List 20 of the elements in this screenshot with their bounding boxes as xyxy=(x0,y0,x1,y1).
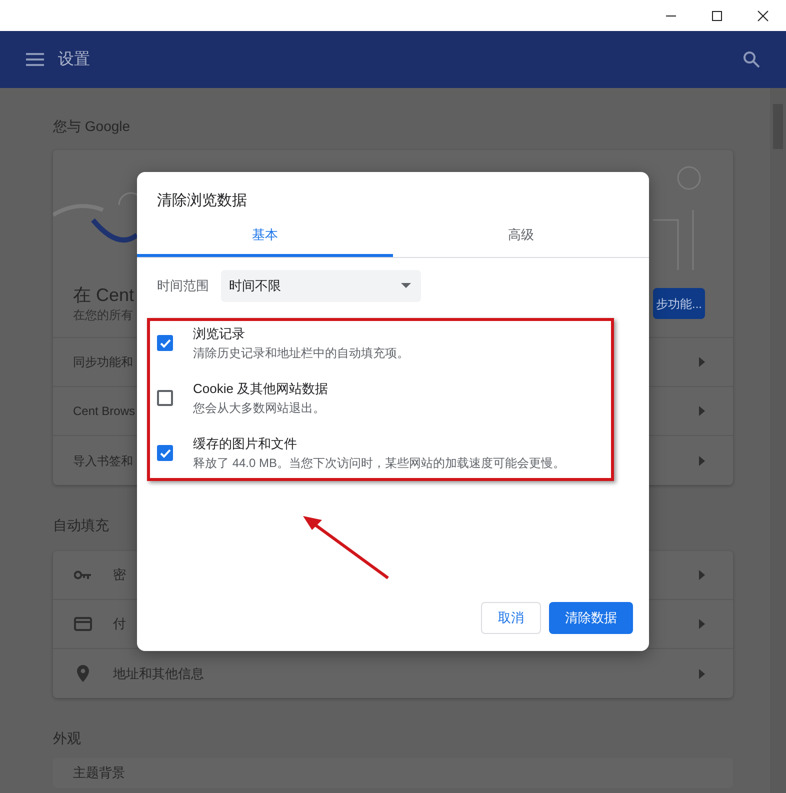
row-label: 付 xyxy=(113,615,126,634)
row-label: 导入书签和 xyxy=(73,452,133,470)
row-label: 地址和其他信息 xyxy=(113,664,204,683)
row-label: 同步功能和 xyxy=(73,354,133,371)
option-description: 释放了 44.0 MB。当您下次访问时，某些网站的加载速度可能会更慢。 xyxy=(193,455,566,472)
row-label: 密 xyxy=(113,566,126,584)
profile-title: 在 Cent xyxy=(73,284,134,306)
option-title: 缓存的图片和文件 xyxy=(193,435,298,453)
time-range-label: 时间范围 xyxy=(157,276,209,295)
section-heading: 外观 xyxy=(53,729,81,748)
dialog-title: 清除浏览数据 xyxy=(157,191,248,211)
section-heading: 您与 Google xyxy=(53,117,130,136)
option-description: 您会从大多数网站退出。 xyxy=(193,400,326,417)
page-title: 设置 xyxy=(58,50,90,70)
option-description: 清除历史记录和地址栏中的自动填充项。 xyxy=(193,345,409,362)
option-title: Cookie 及其他网站数据 xyxy=(193,380,328,398)
section-heading: 自动填充 xyxy=(53,516,109,535)
row-label: 主题背景 xyxy=(73,764,125,782)
option-title: 浏览记录 xyxy=(193,325,246,343)
row-label: Cent Brows xyxy=(73,403,136,420)
